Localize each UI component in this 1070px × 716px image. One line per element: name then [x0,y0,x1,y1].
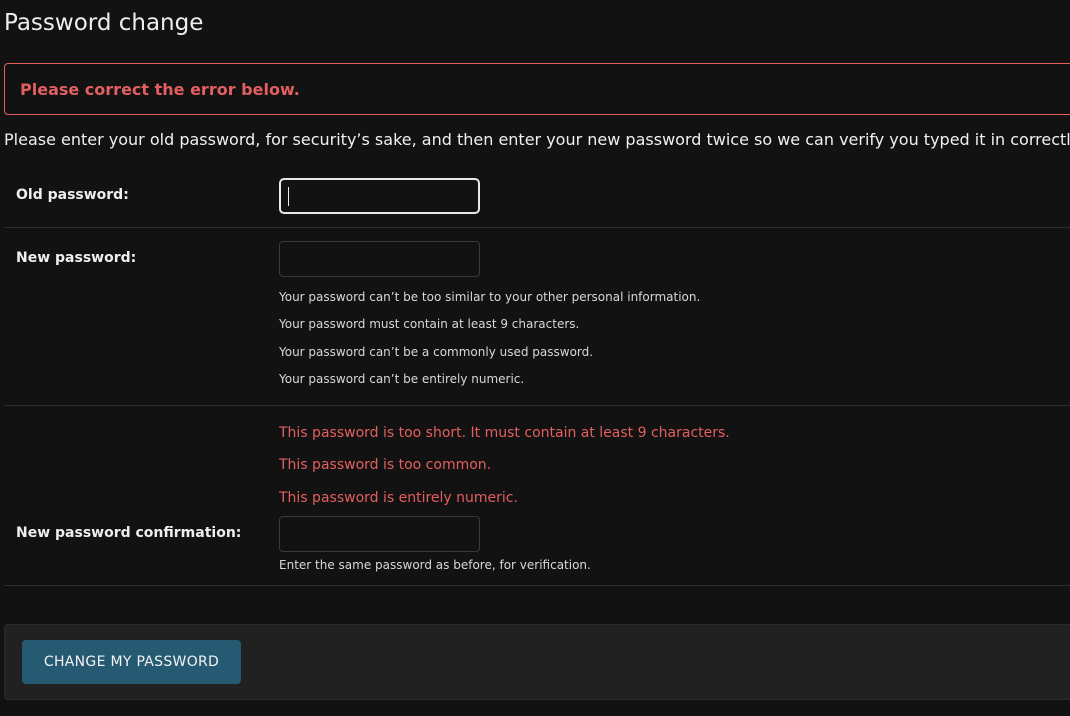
help-text: Your password can’t be too similar to yo… [279,290,701,304]
field-error: This password is too common. [279,457,492,473]
submit-row: CHANGE MY PASSWORD [4,624,1070,700]
new-password-confirmation-label: New password confirmation: [16,525,242,541]
old-password-input[interactable] [279,178,480,214]
form-row-new-password: New password: Your password can’t be too… [4,228,1070,406]
error-note: Please correct the error below. [4,63,1070,115]
form-row-old-password: Old password: [4,165,1070,228]
form-row-new-password-confirmation: This password is too short. It must cont… [4,406,1070,586]
field-error: This password is entirely numeric. [279,490,518,506]
error-note-text: Please correct the error below. [20,79,300,99]
help-text: Your password can’t be entirely numeric. [279,372,525,386]
help-text: Your password must contain at least 9 ch… [279,317,580,331]
help-text: Your password can’t be a commonly used p… [279,345,594,359]
old-password-label: Old password: [16,187,129,203]
new-password-label: New password: [16,250,137,266]
page-title: Password change [4,10,204,36]
new-password-input[interactable] [279,241,480,277]
field-error: This password is too short. It must cont… [279,425,730,441]
change-password-button[interactable]: CHANGE MY PASSWORD [22,640,241,684]
password-change-page: Password change Please correct the error… [0,0,1070,716]
text-caret [288,187,289,206]
new-password-confirmation-input[interactable] [279,516,480,552]
intro-text: Please enter your old password, for secu… [4,130,1070,149]
help-text: Enter the same password as before, for v… [279,558,591,572]
